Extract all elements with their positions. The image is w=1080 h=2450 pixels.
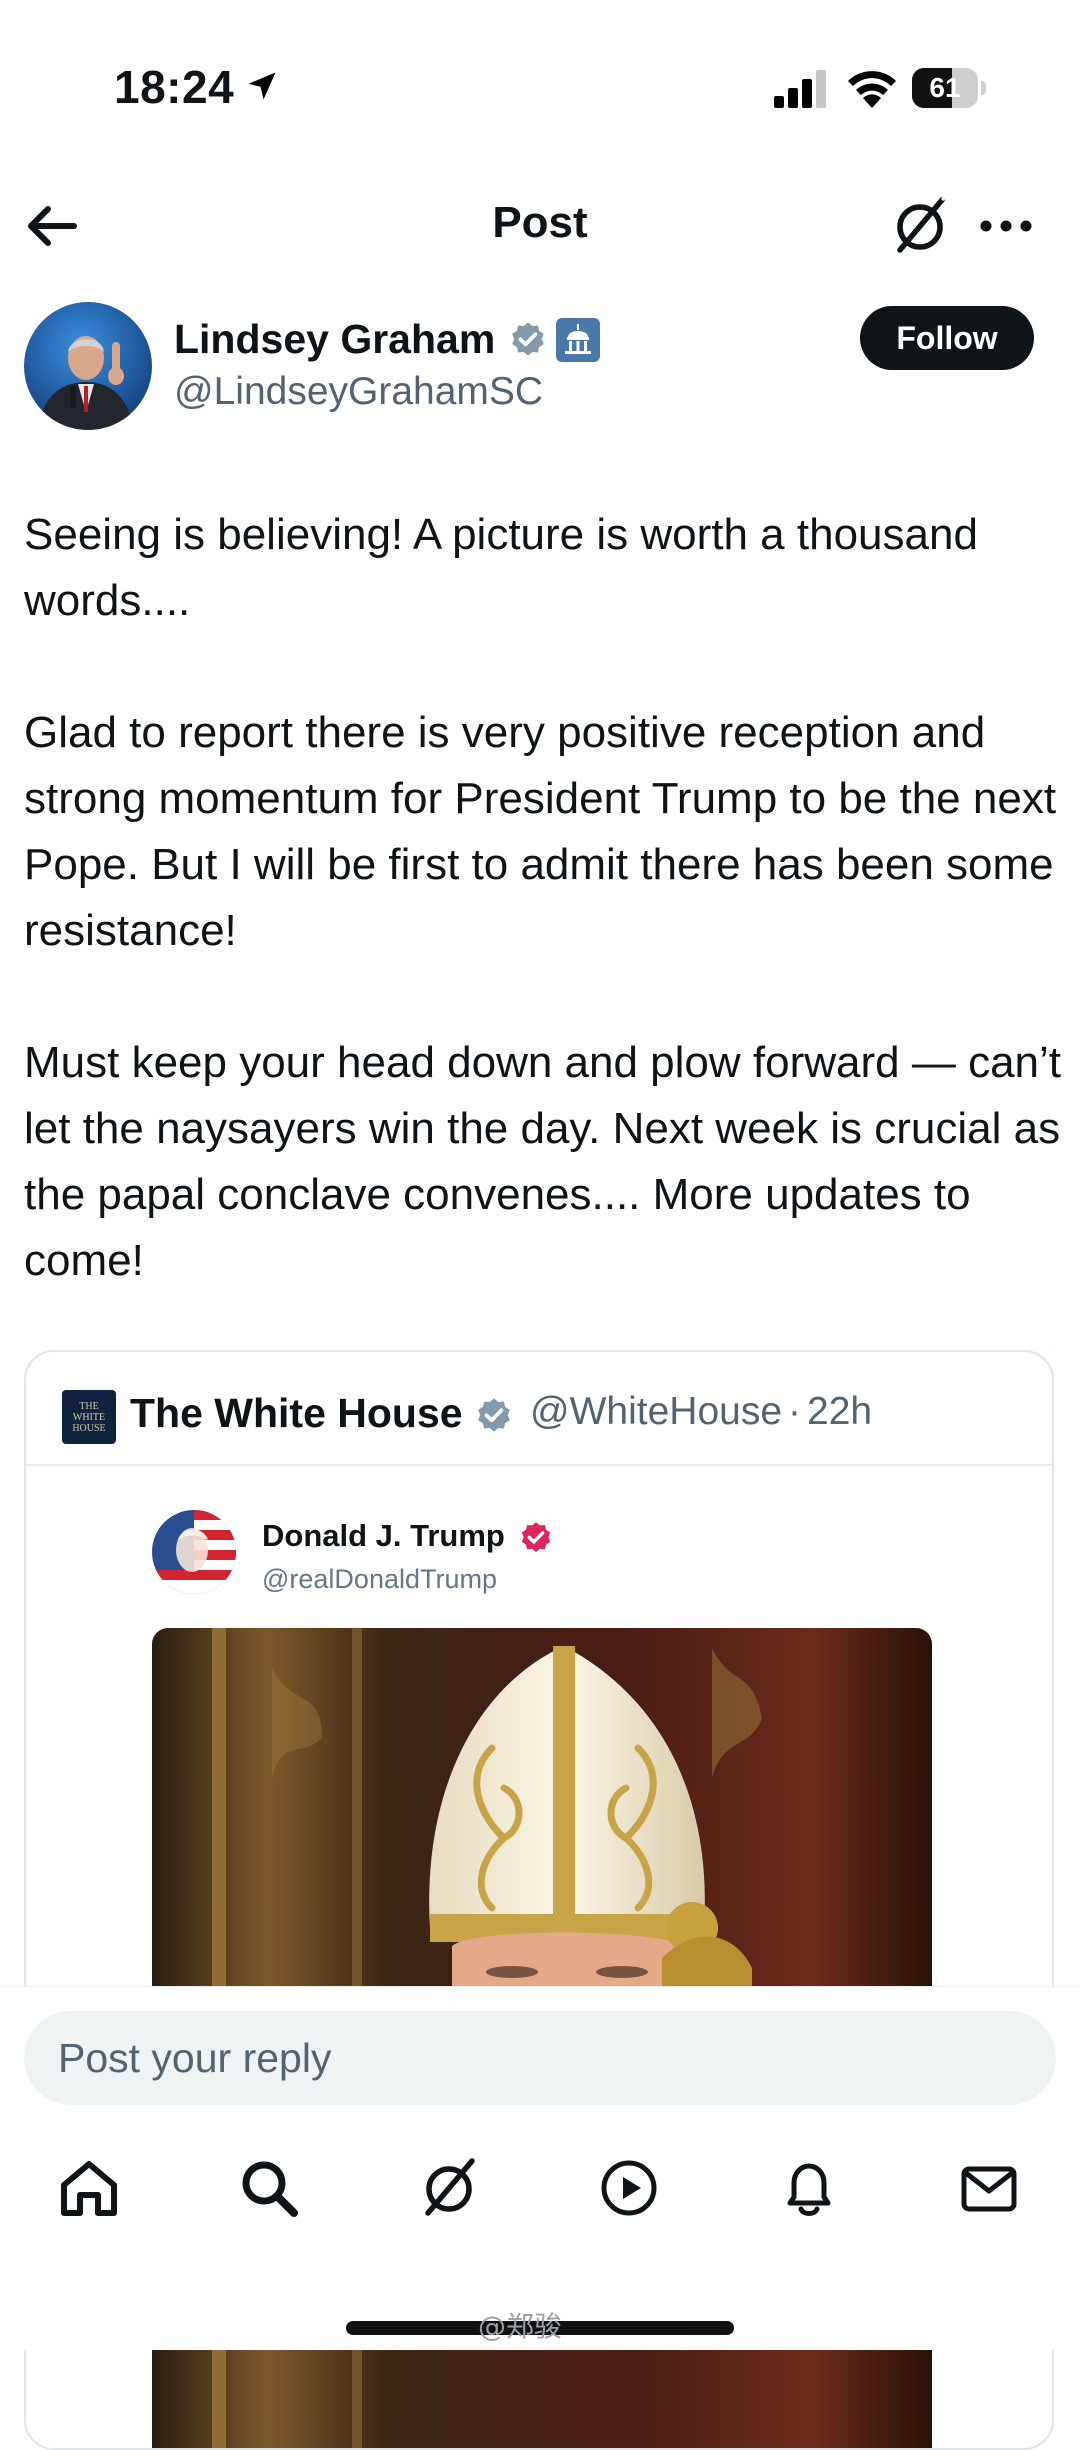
status-time: 18:24 xyxy=(114,61,235,113)
watermark: @郑骏 xyxy=(478,2310,563,2343)
author-handle[interactable]: @LindseyGrahamSC xyxy=(174,370,543,414)
quoted-author-handle: @WhiteHouse xyxy=(530,1390,783,1433)
post-paragraph: Must keep your head down and plow forwar… xyxy=(24,1038,1062,1285)
white-house-logo: THE WHITE HOUSE xyxy=(62,1390,116,1444)
verified-gray-icon xyxy=(512,322,544,356)
wifi-icon xyxy=(848,71,896,108)
reply-input[interactable] xyxy=(24,2011,1056,2105)
follow-button[interactable]: Follow xyxy=(860,306,1034,370)
quoted-post-header: THE WHITE HOUSE The White House @WhiteHous… xyxy=(26,1352,1052,1466)
post-paragraph: Seeing is believing! A picture is worth … xyxy=(24,510,978,625)
bottom-bar: @郑骏 xyxy=(0,1986,1080,2350)
video-play-icon[interactable] xyxy=(596,2155,662,2221)
battery-icon: 61 xyxy=(912,68,986,108)
author-avatar[interactable] xyxy=(24,302,152,430)
grok-icon[interactable] xyxy=(888,194,952,258)
home-icon[interactable] xyxy=(56,2155,122,2221)
quoted-author-name[interactable]: The White House xyxy=(130,1390,463,1437)
verified-pink-icon xyxy=(521,1522,551,1552)
inner-author-avatar xyxy=(152,1510,236,1594)
battery-percent: 61 xyxy=(929,72,961,103)
cellular-signal-icon xyxy=(774,70,826,108)
inner-author-name: Donald J. Trump xyxy=(262,1518,505,1553)
notifications-bell-icon[interactable] xyxy=(776,2155,842,2221)
location-arrow-icon xyxy=(248,72,276,100)
grok-icon[interactable] xyxy=(416,2155,482,2221)
search-icon[interactable] xyxy=(236,2155,302,2221)
post-body: Seeing is believing! A picture is worth … xyxy=(24,502,1064,1360)
meta-separator: · xyxy=(788,1390,802,1433)
government-badge-icon xyxy=(556,318,600,362)
author-name[interactable]: Lindsey Graham xyxy=(174,316,495,363)
more-icon[interactable] xyxy=(976,206,1036,246)
quoted-author-meta[interactable]: @WhiteHouse · 22h xyxy=(530,1390,872,1434)
post-paragraph: Glad to report there is very positive re… xyxy=(24,708,1057,955)
verified-gray-icon xyxy=(478,1398,510,1432)
inner-author-handle: @realDonaldTrump xyxy=(262,1564,497,1594)
messages-mail-icon[interactable] xyxy=(956,2155,1022,2221)
quoted-post-time: 22h xyxy=(807,1390,873,1433)
